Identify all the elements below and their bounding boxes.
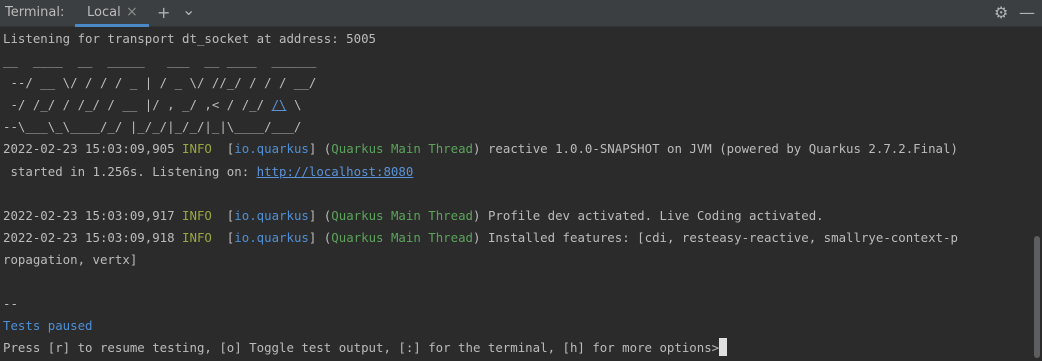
log-thread: Quarkus Main Thread [331, 229, 474, 245]
log-logger: io.quarkus [234, 229, 309, 245]
log-message: Profile dev activated. Live Coding activ… [487, 207, 824, 223]
scrollbar-thumb[interactable] [1034, 236, 1040, 358]
toolbar-title: Terminal: [5, 5, 65, 20]
banner-line: --/ __ \/ / / / _ | / _ \/ //_/ / / / __… [3, 75, 324, 91]
log-line: 2022-02-23 15:03:09,918 INFO [io.quarkus… [3, 229, 958, 245]
terminal-cursor [719, 338, 728, 357]
terminal-output[interactable]: Listening for transport dt_socket at add… [0, 28, 1030, 359]
log-logger: io.quarkus [234, 141, 309, 157]
tests-paused-status: Tests paused [3, 318, 93, 334]
prompt-text: Press [r] to resume testing, [o] Toggle … [3, 340, 720, 356]
chevron-down-icon[interactable]: ⌄ [182, 1, 195, 19]
log-timestamp: 2022-02-23 15:03:09,918 [3, 229, 175, 245]
banner-line: --\___\_\____/_/ |_/_/|_/_/|_|\____/___/ [3, 119, 324, 135]
log-thread: Quarkus Main Thread [331, 141, 474, 157]
log-thread: Quarkus Main Thread [331, 207, 474, 223]
log-logger: io.quarkus [234, 207, 309, 223]
localhost-link[interactable]: http://localhost:8080 [257, 164, 414, 179]
log-level: INFO [182, 229, 212, 245]
banner-line: -/ /_/ / /_/ / __ |/ , _/ ,< / /_/ /\ \ [0, 94, 1030, 116]
banner-link[interactable]: /\ [272, 97, 287, 112]
separator-line: -- [3, 296, 18, 312]
log-line: 2022-02-23 15:03:09,905 INFO [io.quarkus… [3, 141, 958, 157]
log-line-cont: started in 1.256s. Listening on: http://… [0, 161, 1030, 183]
banner-line: __ ____ __ _____ ___ __ ____ ______ [3, 53, 324, 69]
log-timestamp: 2022-02-23 15:03:09,917 [3, 207, 175, 223]
close-icon[interactable]: × [126, 4, 138, 20]
log-timestamp: 2022-02-23 15:03:09,905 [3, 141, 175, 157]
log-message-cont: started in 1.256s. Listening on: [3, 163, 257, 179]
banner-text: -/ /_/ / /_/ / __ |/ , _/ ,< / /_/ /\ \ [3, 97, 324, 113]
tab-label: Local [87, 5, 121, 20]
listening-line: Listening for transport dt_socket at add… [3, 31, 376, 46]
tab-local[interactable]: Local × [75, 0, 149, 27]
log-level: INFO [182, 207, 212, 223]
log-line-cont: ropagation, vertx] [3, 251, 138, 267]
log-message: reactive 1.0.0-SNAPSHOT on JVM (powered … [487, 141, 958, 157]
prompt-line[interactable]: Press [r] to resume testing, [o] Toggle … [0, 337, 1030, 359]
log-message: Installed features: [cdi, resteasy-react… [487, 229, 958, 245]
gear-icon[interactable]: ⚙ [994, 4, 1008, 22]
log-line: 2022-02-23 15:03:09,917 INFO [io.quarkus… [3, 207, 824, 223]
log-level: INFO [182, 141, 212, 157]
terminal-toolbar: Terminal: Local × + ⌄ ⚙ — [0, 0, 1042, 27]
minimize-icon[interactable]: — [1019, 4, 1035, 22]
add-tab-icon[interactable]: + [157, 4, 170, 22]
